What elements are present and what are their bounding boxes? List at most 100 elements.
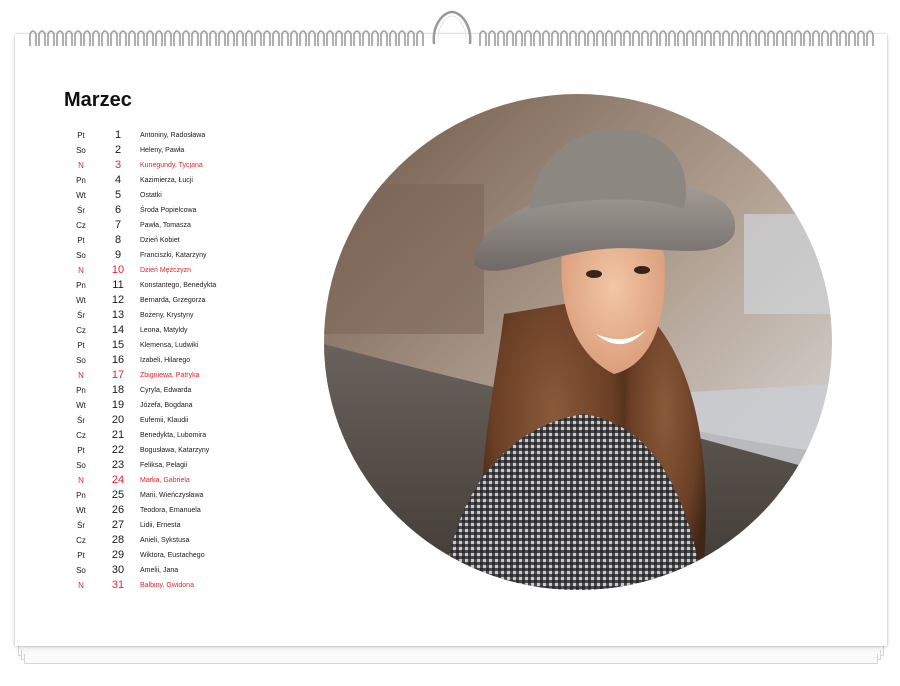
- weekday-label: So: [76, 146, 86, 155]
- name-day-label: Heleny, Pawła: [140, 147, 185, 154]
- binding-coil: [794, 30, 802, 46]
- binding-coil: [326, 30, 334, 46]
- hanger-hook: [432, 10, 472, 45]
- weekday-label: Pt: [77, 341, 85, 350]
- binding-coil: [704, 30, 712, 46]
- binding-coil: [353, 30, 361, 46]
- day-row: Cz 28 Anieli, Sykstusa: [66, 533, 266, 548]
- binding-coil: [812, 30, 820, 46]
- day-number: 31: [111, 579, 125, 591]
- binding-coil: [785, 30, 793, 46]
- binding-coil: [344, 30, 352, 46]
- binding-coil: [587, 30, 595, 46]
- name-day-label: Ostatki: [140, 192, 162, 199]
- weekday-label: Wt: [76, 506, 86, 515]
- binding-coil: [281, 30, 289, 46]
- name-day-label: Franciszki, Katarzyny: [140, 252, 207, 259]
- binding-coil: [362, 30, 370, 46]
- binding-coil: [659, 30, 667, 46]
- day-number: 27: [111, 519, 125, 531]
- day-number: 6: [114, 204, 122, 216]
- day-number: 9: [114, 249, 122, 261]
- binding-coils: [29, 30, 874, 46]
- binding-coil: [74, 30, 82, 46]
- name-day-label: Józefa, Bogdana: [140, 402, 193, 409]
- binding-coil: [317, 30, 325, 46]
- day-number: 19: [111, 399, 125, 411]
- page-stack-edge: [24, 654, 878, 664]
- name-day-label: Antoniny, Radosława: [140, 132, 206, 139]
- weekday-label: Pn: [76, 386, 86, 395]
- binding-coil: [506, 30, 514, 46]
- day-row: So 9 Franciszki, Katarzyny: [66, 248, 266, 263]
- binding-coil: [128, 30, 136, 46]
- weekday-label: So: [76, 251, 86, 260]
- binding-coil: [119, 30, 127, 46]
- binding-coil: [623, 30, 631, 46]
- day-row: Cz 7 Pawła, Tomasza: [66, 218, 266, 233]
- name-day-label: Bożeny, Krystyny: [140, 312, 194, 319]
- weekday-label: N: [78, 476, 84, 485]
- binding-coil: [866, 30, 874, 46]
- binding-coil: [650, 30, 658, 46]
- day-row: Pt 1 Antoniny, Radosława: [66, 128, 266, 143]
- binding-coil: [380, 30, 388, 46]
- day-number: 25: [111, 489, 125, 501]
- name-day-label: Izabeli, Hilarego: [140, 357, 191, 364]
- binding-coil: [83, 30, 91, 46]
- day-row: Pt 15 Klemensa, Ludwiki: [66, 338, 266, 353]
- weekday-label: Śr: [77, 521, 85, 530]
- binding-coil: [92, 30, 100, 46]
- binding-coil: [686, 30, 694, 46]
- name-day-label: Pawła, Tomasza: [140, 222, 191, 229]
- binding-coil: [605, 30, 613, 46]
- weekday-label: Wt: [76, 296, 86, 305]
- weekday-label: Pt: [77, 551, 85, 560]
- binding-coil: [497, 30, 505, 46]
- weekday-label: Cz: [76, 536, 86, 545]
- binding-coil: [848, 30, 856, 46]
- name-day-label: Kunegundy, Tycjana: [140, 162, 203, 169]
- day-number: 11: [112, 279, 124, 291]
- day-number: 5: [114, 189, 122, 201]
- binding-coil: [695, 30, 703, 46]
- binding-coil: [146, 30, 154, 46]
- day-number: 17: [111, 369, 125, 381]
- weekday-label: N: [78, 371, 84, 380]
- month-title: Marzec: [64, 89, 132, 111]
- binding-coil: [614, 30, 622, 46]
- day-row: N 17 Zbigniewa, Patryka: [66, 368, 266, 383]
- day-row: Pt 8 Dzień Kobiet: [66, 233, 266, 248]
- name-day-label: Bernarda, Grzegorza: [140, 297, 206, 304]
- day-number: 1: [114, 129, 122, 141]
- binding-coil: [803, 30, 811, 46]
- binding-coil: [533, 30, 541, 46]
- day-number: 18: [111, 384, 125, 396]
- day-row: Pn 18 Cyryla, Edwarda: [66, 383, 266, 398]
- day-row: So 23 Feliksa, Pelagii: [66, 458, 266, 473]
- day-number: 15: [111, 339, 125, 351]
- day-number: 28: [111, 534, 125, 546]
- day-row: Wt 12 Bernarda, Grzegorza: [66, 293, 266, 308]
- day-number: 23: [111, 459, 125, 471]
- day-row: Śr 20 Eufemii, Klaudii: [66, 413, 266, 428]
- day-row: Pt 29 Wiktora, Eustachego: [66, 548, 266, 563]
- day-row: Pt 22 Bogusława, Katarzyny: [66, 443, 266, 458]
- binding-coil: [29, 30, 37, 46]
- name-day-label: Zbigniewa, Patryka: [140, 372, 200, 379]
- weekday-label: Cz: [76, 431, 86, 440]
- weekday-label: N: [78, 161, 84, 170]
- day-row: Śr 13 Bożeny, Krystyny: [66, 308, 266, 323]
- day-row: Pn 11 Konstantego, Benedykta: [66, 278, 266, 293]
- day-number: 30: [111, 564, 125, 576]
- binding-coil: [110, 30, 118, 46]
- weekday-label: Pn: [76, 491, 86, 500]
- name-day-label: Marii, Wieńczysława: [140, 492, 204, 499]
- name-day-label: Dzień Kobiet: [140, 237, 180, 244]
- day-number: 8: [114, 234, 122, 246]
- binding-coil: [731, 30, 739, 46]
- day-row: Cz 14 Leona, Matyldy: [66, 323, 266, 338]
- day-number: 22: [111, 444, 125, 456]
- day-row: N 3 Kunegundy, Tycjana: [66, 158, 266, 173]
- binding-coil: [389, 30, 397, 46]
